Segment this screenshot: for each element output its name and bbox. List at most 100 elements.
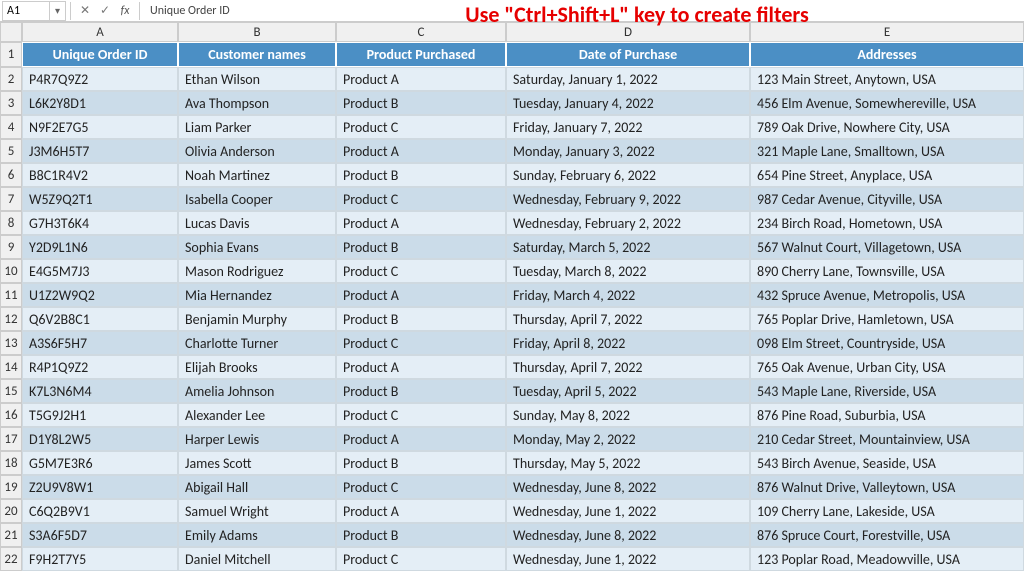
cell-product[interactable]: Product B — [336, 91, 506, 115]
cell-order-id[interactable]: C6Q2B9V1 — [22, 499, 178, 523]
table-header-cell[interactable]: Unique Order ID — [22, 42, 178, 67]
row-header[interactable]: 11 — [0, 283, 22, 307]
cell-address[interactable]: 654 Pine Street, Anyplace, USA — [750, 163, 1024, 187]
cell-date[interactable]: Sunday, February 6, 2022 — [506, 163, 750, 187]
cell-product[interactable]: Product C — [336, 475, 506, 499]
row-header[interactable]: 21 — [0, 523, 22, 547]
row-header[interactable]: 3 — [0, 91, 22, 115]
cell-order-id[interactable]: G5M7E3R6 — [22, 451, 178, 475]
column-header[interactable]: A — [22, 22, 178, 42]
cell-address[interactable]: 321 Maple Lane, Smalltown, USA — [750, 139, 1024, 163]
cell-date[interactable]: Thursday, April 7, 2022 — [506, 355, 750, 379]
cell-customer-name[interactable]: Lucas Davis — [178, 211, 336, 235]
cell-product[interactable]: Product B — [336, 451, 506, 475]
cell-date[interactable]: Tuesday, March 8, 2022 — [506, 259, 750, 283]
cell-address[interactable]: 890 Cherry Lane, Townsville, USA — [750, 259, 1024, 283]
cell-address[interactable]: 432 Spruce Avenue, Metropolis, USA — [750, 283, 1024, 307]
cell-order-id[interactable]: L6K2Y8D1 — [22, 91, 178, 115]
cell-date[interactable]: Saturday, March 5, 2022 — [506, 235, 750, 259]
cell-address[interactable]: 765 Poplar Drive, Hamletown, USA — [750, 307, 1024, 331]
row-header[interactable]: 18 — [0, 451, 22, 475]
cell-address[interactable]: 098 Elm Street, Countryside, USA — [750, 331, 1024, 355]
cell-date[interactable]: Thursday, May 5, 2022 — [506, 451, 750, 475]
cell-order-id[interactable]: A3S6F5H7 — [22, 331, 178, 355]
cell-order-id[interactable]: B8C1R4V2 — [22, 163, 178, 187]
cell-product[interactable]: Product B — [336, 307, 506, 331]
cell-product[interactable]: Product C — [336, 259, 506, 283]
cell-customer-name[interactable]: Olivia Anderson — [178, 139, 336, 163]
row-header[interactable]: 5 — [0, 139, 22, 163]
cell-product[interactable]: Product A — [336, 499, 506, 523]
cell-customer-name[interactable]: Isabella Cooper — [178, 187, 336, 211]
cell-address[interactable]: 234 Birch Road, Hometown, USA — [750, 211, 1024, 235]
cell-customer-name[interactable]: Amelia Johnson — [178, 379, 336, 403]
cell-date[interactable]: Wednesday, February 9, 2022 — [506, 187, 750, 211]
cell-customer-name[interactable]: Benjamin Murphy — [178, 307, 336, 331]
cell-product[interactable]: Product C — [336, 115, 506, 139]
cell-order-id[interactable]: P4R7Q9Z2 — [22, 67, 178, 91]
cell-customer-name[interactable]: Charlotte Turner — [178, 331, 336, 355]
cell-product[interactable]: Product A — [336, 139, 506, 163]
row-header[interactable]: 4 — [0, 115, 22, 139]
cell-product[interactable]: Product B — [336, 379, 506, 403]
cancel-icon[interactable]: ✕ — [75, 3, 95, 18]
cell-order-id[interactable]: R4P1Q9Z2 — [22, 355, 178, 379]
cell-date[interactable]: Monday, January 3, 2022 — [506, 139, 750, 163]
cell-order-id[interactable]: Q6V2B8C1 — [22, 307, 178, 331]
cell-order-id[interactable]: D1Y8L2W5 — [22, 427, 178, 451]
cell-customer-name[interactable]: Noah Martinez — [178, 163, 336, 187]
row-header[interactable]: 7 — [0, 187, 22, 211]
cell-address[interactable]: 987 Cedar Avenue, Cityville, USA — [750, 187, 1024, 211]
cell-order-id[interactable]: N9F2E7G5 — [22, 115, 178, 139]
select-all-corner[interactable] — [0, 22, 22, 42]
row-header[interactable]: 19 — [0, 475, 22, 499]
row-header[interactable]: 8 — [0, 211, 22, 235]
cell-date[interactable]: Friday, January 7, 2022 — [506, 115, 750, 139]
cell-order-id[interactable]: E4G5M7J3 — [22, 259, 178, 283]
row-header[interactable]: 20 — [0, 499, 22, 523]
enter-icon[interactable]: ✓ — [95, 3, 115, 18]
cell-product[interactable]: Product B — [336, 163, 506, 187]
cell-customer-name[interactable]: Emily Adams — [178, 523, 336, 547]
cell-product[interactable]: Product A — [336, 211, 506, 235]
cell-customer-name[interactable]: Sophia Evans — [178, 235, 336, 259]
cell-customer-name[interactable]: Harper Lewis — [178, 427, 336, 451]
cell-address[interactable]: 876 Walnut Drive, Valleytown, USA — [750, 475, 1024, 499]
cell-customer-name[interactable]: Samuel Wright — [178, 499, 336, 523]
cell-address[interactable]: 210 Cedar Street, Mountainview, USA — [750, 427, 1024, 451]
row-header[interactable]: 6 — [0, 163, 22, 187]
cell-address[interactable]: 765 Oak Avenue, Urban City, USA — [750, 355, 1024, 379]
cell-order-id[interactable]: S3A6F5D7 — [22, 523, 178, 547]
fx-icon[interactable]: fx — [115, 4, 135, 18]
cell-product[interactable]: Product C — [336, 403, 506, 427]
table-header-cell[interactable]: Addresses — [750, 42, 1024, 67]
cell-customer-name[interactable]: Daniel Mitchell — [178, 547, 336, 571]
cell-product[interactable]: Product B — [336, 235, 506, 259]
cell-date[interactable]: Tuesday, April 5, 2022 — [506, 379, 750, 403]
cell-customer-name[interactable]: Elijah Brooks — [178, 355, 336, 379]
table-header-cell[interactable]: Customer names — [178, 42, 336, 67]
cell-customer-name[interactable]: Ava Thompson — [178, 91, 336, 115]
cell-date[interactable]: Wednesday, June 1, 2022 — [506, 547, 750, 571]
cell-address[interactable]: 543 Birch Avenue, Seaside, USA — [750, 451, 1024, 475]
row-header[interactable]: 2 — [0, 67, 22, 91]
row-header[interactable]: 17 — [0, 427, 22, 451]
row-header[interactable]: 15 — [0, 379, 22, 403]
row-header[interactable]: 16 — [0, 403, 22, 427]
cell-product[interactable]: Product A — [336, 427, 506, 451]
cell-order-id[interactable]: J3M6H5T7 — [22, 139, 178, 163]
cell-order-id[interactable]: U1Z2W9Q2 — [22, 283, 178, 307]
cell-product[interactable]: Product A — [336, 283, 506, 307]
cell-customer-name[interactable]: Mia Hernandez — [178, 283, 336, 307]
cell-product[interactable]: Product A — [336, 355, 506, 379]
cell-date[interactable]: Friday, April 8, 2022 — [506, 331, 750, 355]
cell-date[interactable]: Wednesday, June 8, 2022 — [506, 523, 750, 547]
cell-address[interactable]: 876 Spruce Court, Forestville, USA — [750, 523, 1024, 547]
cell-order-id[interactable]: T5G9J2H1 — [22, 403, 178, 427]
cell-customer-name[interactable]: Mason Rodriguez — [178, 259, 336, 283]
row-header[interactable]: 13 — [0, 331, 22, 355]
cell-order-id[interactable]: F9H2T7Y5 — [22, 547, 178, 571]
cell-order-id[interactable]: Z2U9V8W1 — [22, 475, 178, 499]
cell-product[interactable]: Product C — [336, 547, 506, 571]
name-box-dropdown-icon[interactable]: ▾ — [50, 1, 66, 21]
